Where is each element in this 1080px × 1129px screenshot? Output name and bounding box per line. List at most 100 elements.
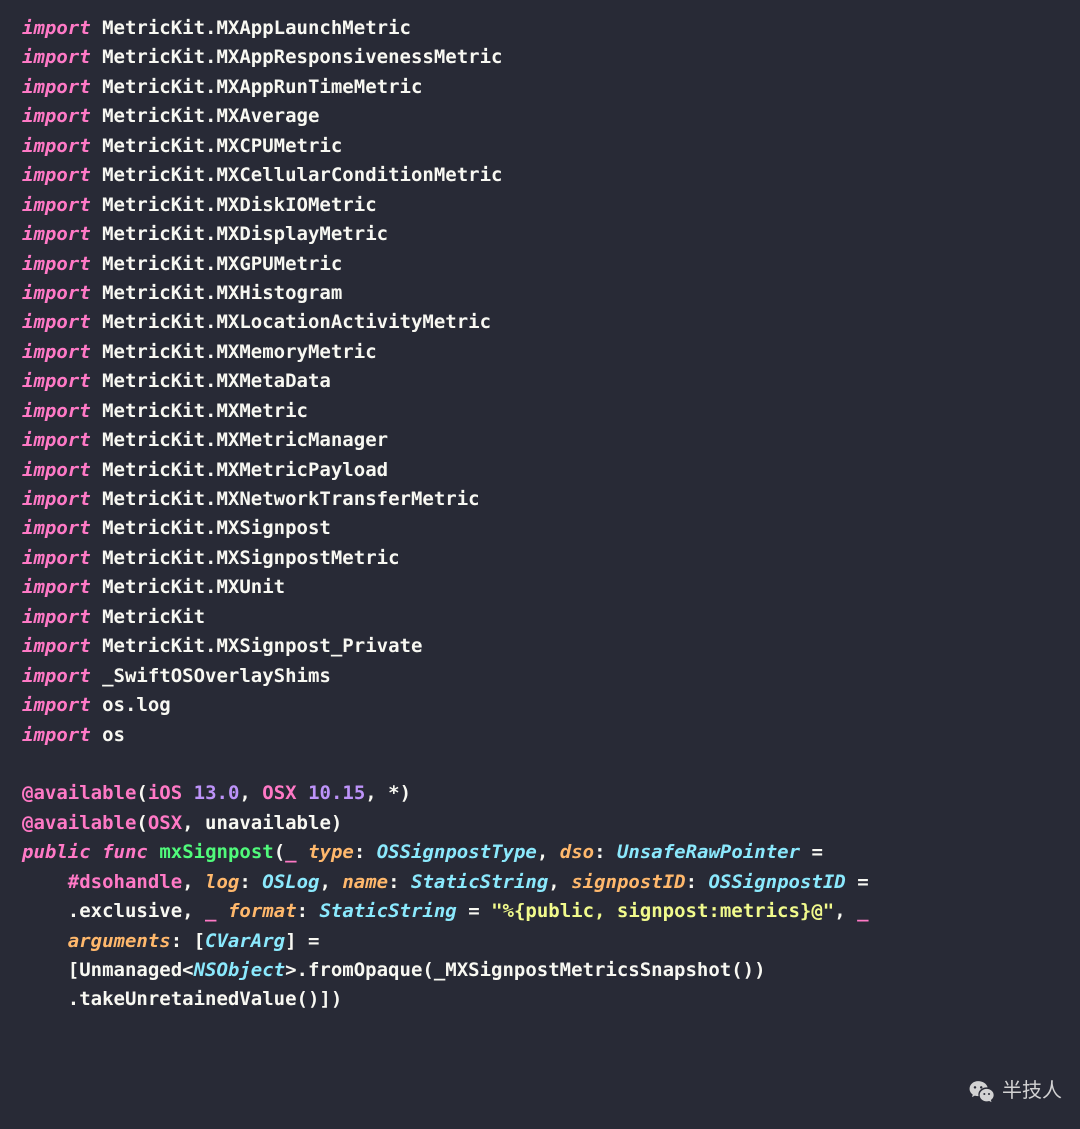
import-module: MetricKit.MXMetricManager bbox=[102, 429, 388, 451]
import-module: MetricKit.MXSignpost_Private bbox=[102, 635, 422, 657]
keyword-import: import bbox=[22, 488, 91, 510]
code-token bbox=[22, 930, 68, 952]
keyword-import: import bbox=[22, 724, 91, 746]
code-token: "%{public, signpost:metrics}@" bbox=[491, 900, 834, 922]
code-token: ] = bbox=[285, 930, 331, 952]
code-token: , bbox=[182, 871, 205, 893]
import-module: MetricKit.MXLocationActivityMetric bbox=[102, 311, 491, 333]
code-token bbox=[297, 782, 308, 804]
code-token: , bbox=[834, 900, 857, 922]
code-token: _ bbox=[205, 900, 216, 922]
code-token: [Unmanaged< bbox=[22, 959, 194, 981]
code-token: 13.0 bbox=[194, 782, 240, 804]
code-token: , bbox=[319, 871, 342, 893]
keyword-import: import bbox=[22, 76, 91, 98]
keyword-import: import bbox=[22, 576, 91, 598]
keyword-import: import bbox=[22, 135, 91, 157]
code-line: import MetricKit.MXCellularConditionMetr… bbox=[22, 161, 1058, 190]
code-token: 10.15 bbox=[308, 782, 365, 804]
code-token: OSSignpostType bbox=[377, 841, 537, 863]
code-token: : bbox=[388, 871, 411, 893]
import-module: MetricKit.MXAppLaunchMetric bbox=[102, 17, 411, 39]
code-line: import MetricKit.MXDisplayMetric bbox=[22, 220, 1058, 249]
code-token: format bbox=[228, 900, 297, 922]
keyword-import: import bbox=[22, 311, 91, 333]
code-token: type bbox=[308, 841, 354, 863]
code-line: import MetricKit.MXSignpost_Private bbox=[22, 632, 1058, 661]
code-token: signpostID bbox=[571, 871, 685, 893]
keyword-import: import bbox=[22, 547, 91, 569]
code-line: arguments: [CVarArg] = bbox=[22, 927, 1058, 956]
code-token: OSLog bbox=[262, 871, 319, 893]
code-line: import MetricKit.MXCPUMetric bbox=[22, 132, 1058, 161]
code-token: StaticString bbox=[411, 871, 548, 893]
code-line: import MetricKit.MXAppLaunchMetric bbox=[22, 14, 1058, 43]
code-token: : bbox=[239, 871, 262, 893]
code-token: iOS bbox=[148, 782, 182, 804]
code-token: ( bbox=[274, 841, 285, 863]
code-token: OSX bbox=[148, 812, 182, 834]
code-token: name bbox=[342, 871, 388, 893]
code-token bbox=[297, 841, 308, 863]
code-token: _ bbox=[857, 900, 868, 922]
import-module: MetricKit.MXNetworkTransferMetric bbox=[102, 488, 480, 510]
import-module: MetricKit.MXCellularConditionMetric bbox=[102, 164, 502, 186]
code-line: import MetricKit.MXUnit bbox=[22, 573, 1058, 602]
code-line: #dsohandle, log: OSLog, name: StaticStri… bbox=[22, 868, 1058, 897]
code-line: import MetricKit.MXMetric bbox=[22, 397, 1058, 426]
keyword-import: import bbox=[22, 282, 91, 304]
code-token: func bbox=[102, 841, 148, 863]
code-line: import MetricKit.MXAverage bbox=[22, 102, 1058, 131]
code-token: : bbox=[297, 900, 320, 922]
import-module: _SwiftOSOverlayShims bbox=[102, 665, 331, 687]
keyword-import: import bbox=[22, 665, 91, 687]
keyword-import: import bbox=[22, 400, 91, 422]
import-module: MetricKit.MXHistogram bbox=[102, 282, 342, 304]
keyword-import: import bbox=[22, 517, 91, 539]
code-token: : bbox=[686, 871, 709, 893]
keyword-import: import bbox=[22, 46, 91, 68]
code-token: OSX bbox=[262, 782, 296, 804]
code-token bbox=[216, 900, 227, 922]
code-token: dso bbox=[560, 841, 594, 863]
code-token: OSSignpostID bbox=[708, 871, 845, 893]
import-module: MetricKit.MXSignpostMetric bbox=[102, 547, 399, 569]
code-token: : bbox=[594, 841, 617, 863]
keyword-import: import bbox=[22, 223, 91, 245]
keyword-import: import bbox=[22, 370, 91, 392]
code-line: import MetricKit.MXMetaData bbox=[22, 367, 1058, 396]
import-module: MetricKit.MXDiskIOMetric bbox=[102, 194, 377, 216]
keyword-import: import bbox=[22, 105, 91, 127]
keyword-import: import bbox=[22, 341, 91, 363]
code-token: ( bbox=[136, 812, 147, 834]
keyword-import: import bbox=[22, 253, 91, 275]
code-line: @available(iOS 13.0, OSX 10.15, *) bbox=[22, 779, 1058, 808]
import-module: MetricKit.MXDisplayMetric bbox=[102, 223, 388, 245]
code-token: : bbox=[354, 841, 377, 863]
code-token: , *) bbox=[365, 782, 411, 804]
code-line: import MetricKit bbox=[22, 603, 1058, 632]
code-token: mxSignpost bbox=[159, 841, 273, 863]
code-line: [Unmanaged<NSObject>.fromOpaque(_MXSignp… bbox=[22, 956, 1058, 985]
code-token: >.fromOpaque(_MXSignpostMetricsSnapshot(… bbox=[285, 959, 765, 981]
code-token bbox=[869, 900, 880, 922]
code-token: CVarArg bbox=[205, 930, 285, 952]
keyword-import: import bbox=[22, 17, 91, 39]
code-line: import MetricKit.MXGPUMetric bbox=[22, 250, 1058, 279]
import-module: MetricKit.MXAverage bbox=[102, 105, 319, 127]
import-module: MetricKit.MXAppRunTimeMetric bbox=[102, 76, 422, 98]
code-line: import MetricKit.MXMetricManager bbox=[22, 426, 1058, 455]
code-token bbox=[22, 871, 68, 893]
code-token: = bbox=[457, 900, 491, 922]
code-line: .exclusive, _ format: StaticString = "%{… bbox=[22, 897, 1058, 926]
code-line: import MetricKit.MXDiskIOMetric bbox=[22, 191, 1058, 220]
code-token bbox=[91, 841, 102, 863]
code-token: .exclusive, bbox=[22, 900, 205, 922]
code-token: = bbox=[800, 841, 834, 863]
code-line: import MetricKit.MXAppRunTimeMetric bbox=[22, 73, 1058, 102]
code-token: @available bbox=[22, 812, 136, 834]
import-module: MetricKit.MXMetaData bbox=[102, 370, 331, 392]
import-module: MetricKit.MXCPUMetric bbox=[102, 135, 342, 157]
code-line: import MetricKit.MXMemoryMetric bbox=[22, 338, 1058, 367]
code-token: .takeUnretainedValue()]) bbox=[22, 988, 342, 1010]
